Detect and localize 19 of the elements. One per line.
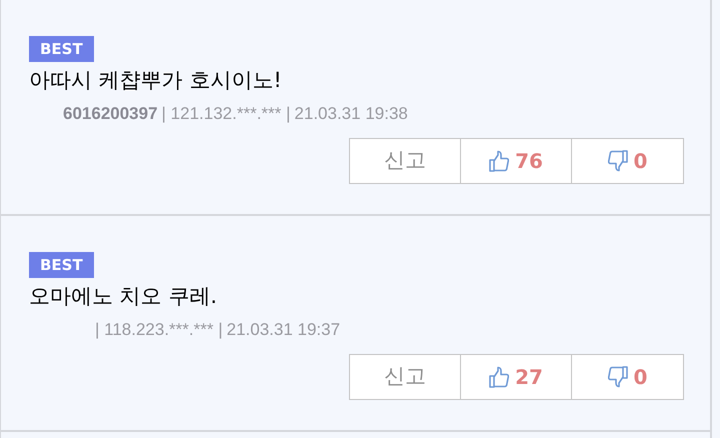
report-button[interactable]: 신고 [350,355,461,399]
thumbs-down-icon [608,150,628,172]
author-name: 6016200397 [63,103,158,126]
comment-date: 21.03.31 19:37 [226,319,340,342]
comment-text: 오마에노 치오 쿠레. [29,283,218,310]
thumbs-down-icon [608,366,628,388]
dislike-button[interactable]: 0 [572,139,683,183]
like-button[interactable]: 76 [461,139,572,183]
best-badge: BEST [29,36,94,62]
thumbs-up-icon [489,150,510,172]
comment-text: 아따시 케챱뿌가 호시이노! [29,67,283,94]
thumbs-up-icon [489,366,510,388]
ip-address: | 121.132.***.*** | [162,103,290,126]
best-badge: BEST [29,252,94,278]
like-button[interactable]: 27 [461,355,572,399]
comment-date: 21.03.31 19:38 [294,103,408,126]
dislike-button[interactable]: 0 [572,355,683,399]
report-button[interactable]: 신고 [350,139,461,183]
ip-address: | 118.223.***.*** | [95,319,223,342]
